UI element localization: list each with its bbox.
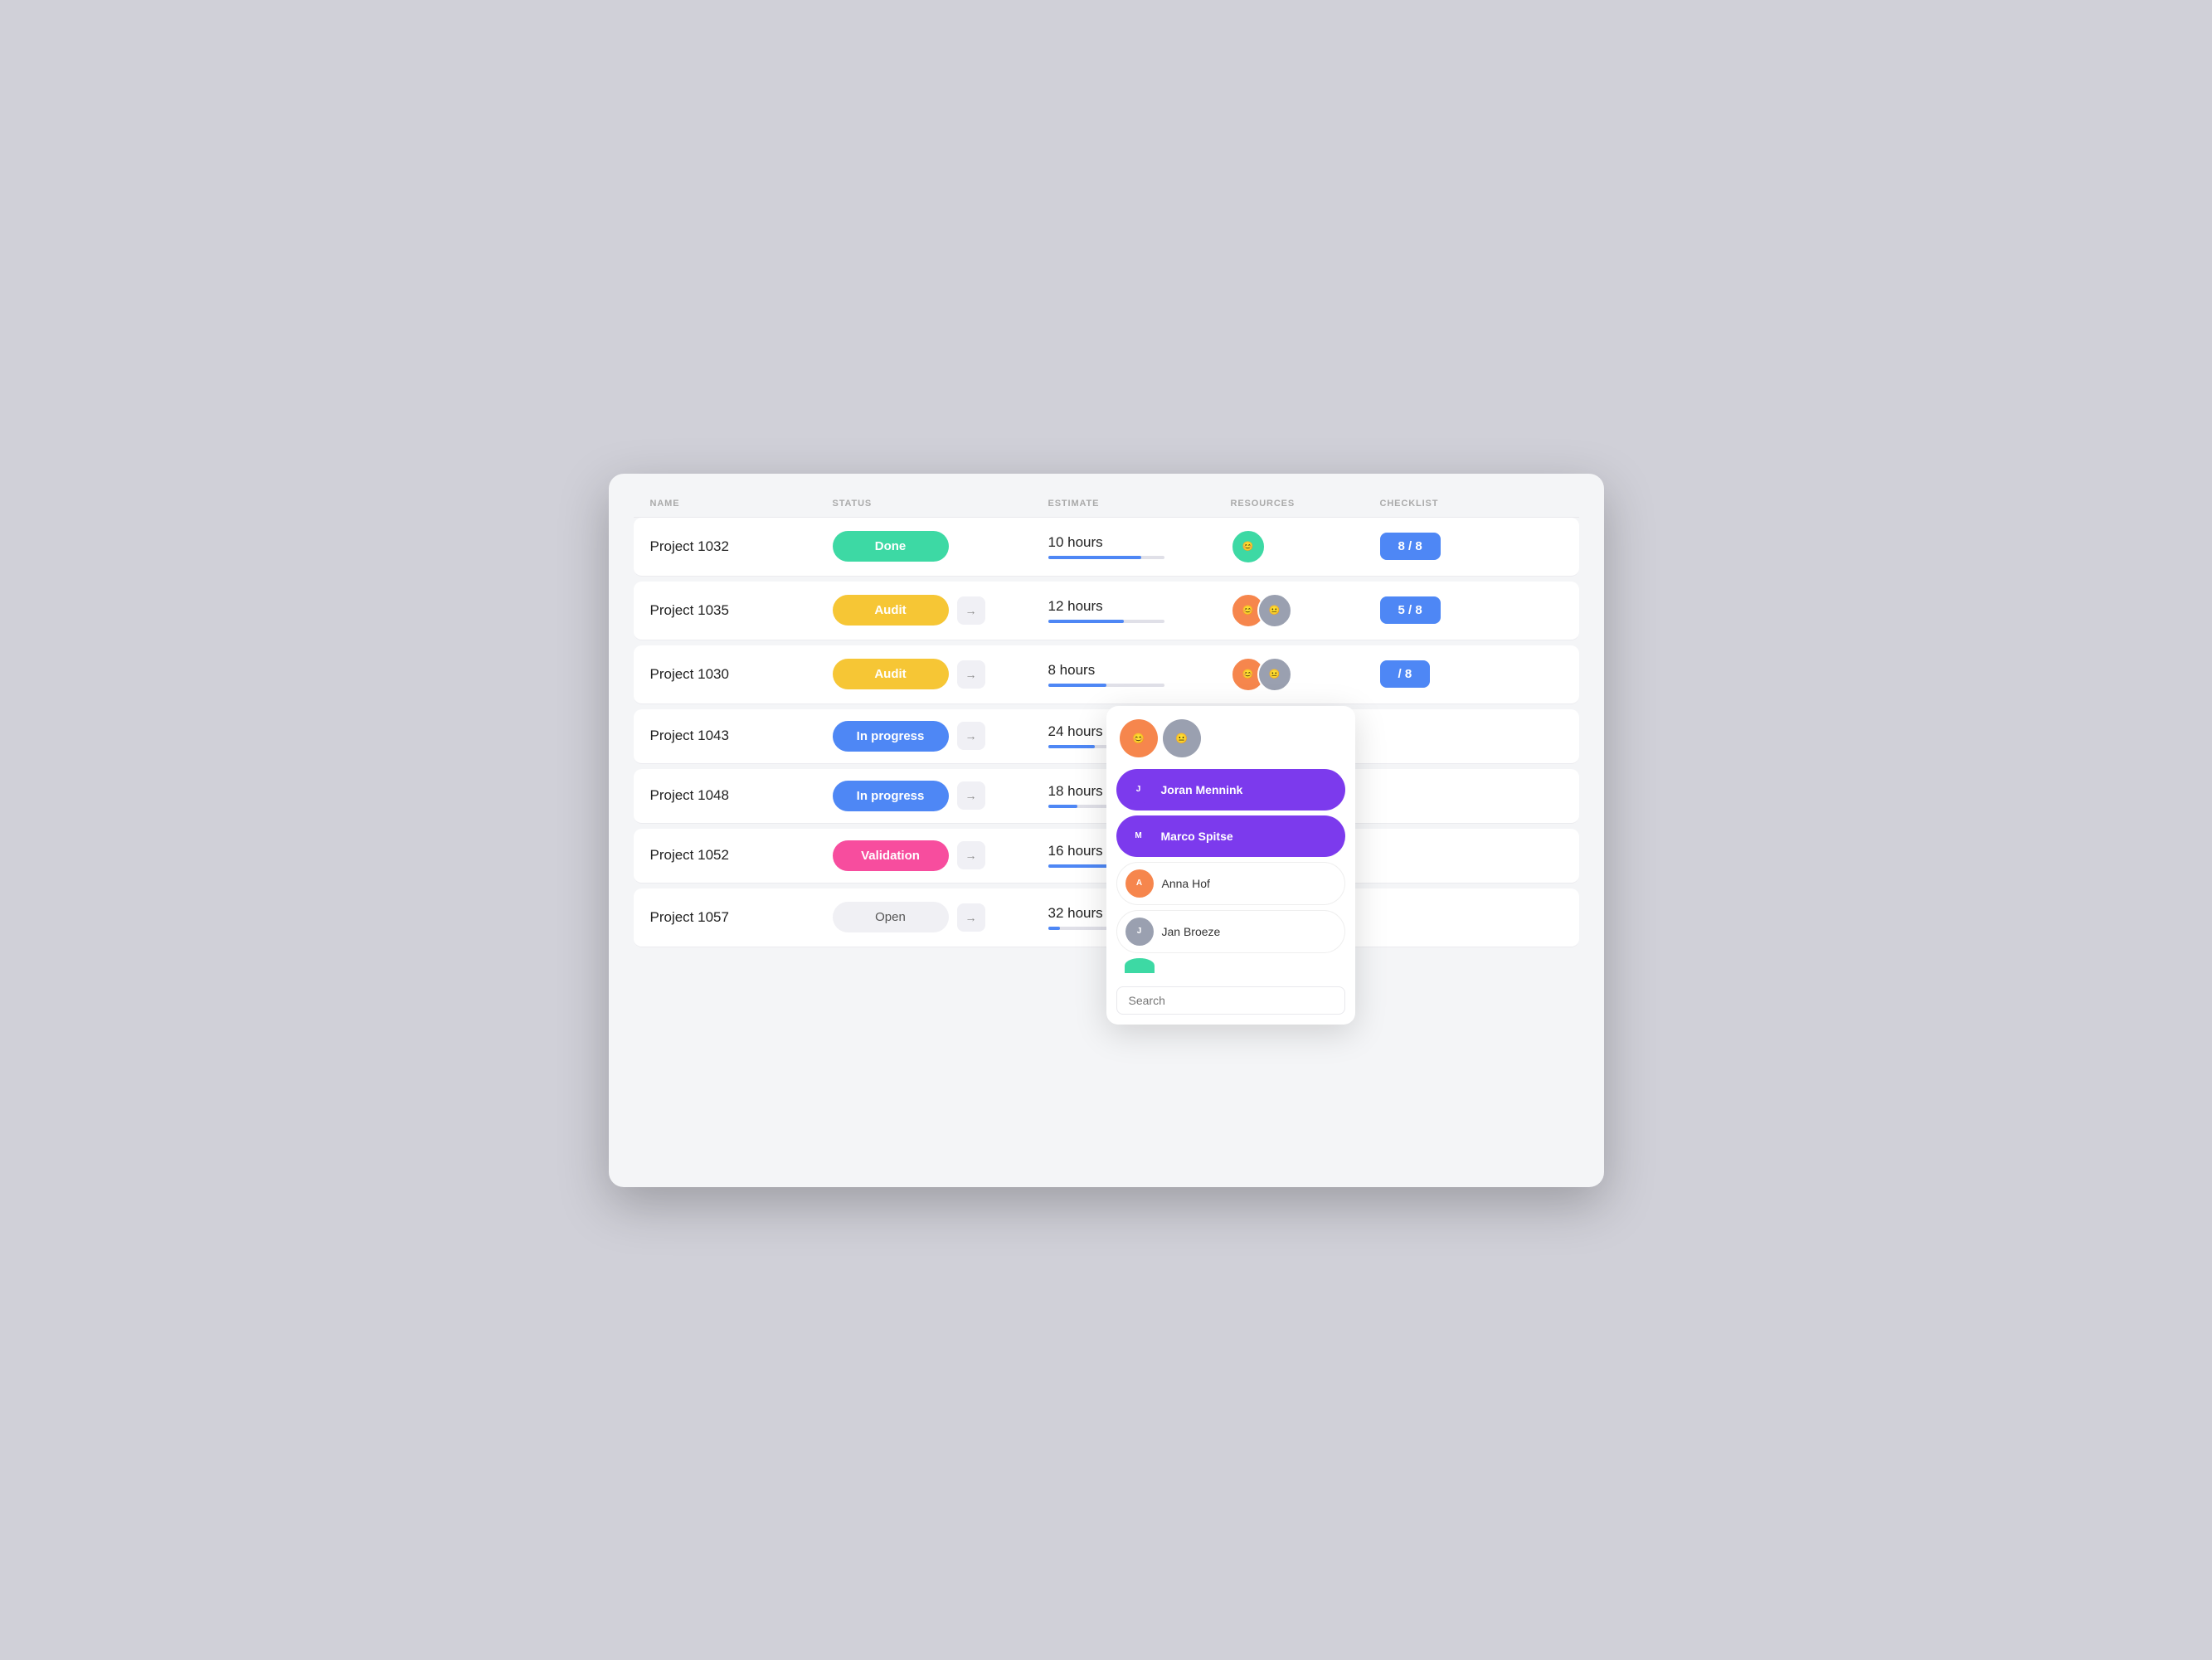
status-cell: Validation → xyxy=(833,840,1048,871)
resources-cell[interactable]: 😊😐 xyxy=(1231,657,1380,692)
status-badge[interactable]: Audit xyxy=(833,595,949,626)
col-checklist: CHECKLIST xyxy=(1380,499,1513,509)
progress-bar-fill xyxy=(1048,620,1124,623)
status-cell: In progress → xyxy=(833,721,1048,752)
status-badge[interactable]: In progress xyxy=(833,781,949,811)
project-name: Project 1057 xyxy=(650,909,833,926)
estimate-value: 8 hours xyxy=(1048,662,1231,679)
table-row: Project 1032Done 10 hours😊 8 / 8 xyxy=(634,518,1579,577)
arrow-button[interactable]: → xyxy=(957,781,985,810)
name-joran: Joran Mennink xyxy=(1161,783,1243,796)
project-name: Project 1035 xyxy=(650,602,833,619)
col-resources: RESOURCES xyxy=(1231,499,1380,509)
dropdown-item-marco[interactable]: M Marco Spitse xyxy=(1116,815,1345,857)
resources-cell[interactable]: 😊😐 xyxy=(1231,593,1380,628)
status-cell: Audit → xyxy=(833,659,1048,689)
project-name: Project 1052 xyxy=(650,847,833,864)
status-cell: Open → xyxy=(833,902,1048,932)
project-name: Project 1032 xyxy=(650,538,833,555)
resources-cell[interactable]: 😊 xyxy=(1231,529,1380,564)
arrow-button[interactable]: → xyxy=(957,903,985,932)
col-estimate: ESTIMATE xyxy=(1048,499,1231,509)
checklist-badge[interactable]: 5 / 8 xyxy=(1380,596,1441,624)
status-badge[interactable]: Done xyxy=(833,531,949,562)
avatar-top-2: 😐 xyxy=(1163,719,1201,757)
avatar-jan: J xyxy=(1125,918,1154,946)
progress-bar-bg xyxy=(1048,620,1164,623)
checklist-badge[interactable]: 8 / 8 xyxy=(1380,533,1441,560)
project-name: Project 1030 xyxy=(650,666,833,683)
avatar-top-1: 😊 xyxy=(1120,719,1158,757)
project-name: Project 1048 xyxy=(650,787,833,804)
progress-bar-fill xyxy=(1048,745,1095,748)
status-cell: In progress → xyxy=(833,781,1048,811)
checklist-cell: 5 / 8 xyxy=(1380,596,1513,624)
dropdown-top-avatars: 😊 😐 xyxy=(1116,719,1345,757)
status-cell: Audit → xyxy=(833,595,1048,626)
progress-bar-fill xyxy=(1048,927,1060,930)
dropdown-item-anna[interactable]: A Anna Hof xyxy=(1116,862,1345,905)
col-name: NAME xyxy=(650,499,833,509)
progress-bar-bg xyxy=(1048,556,1164,559)
avatar: 😐 xyxy=(1257,657,1292,692)
estimate-cell: 12 hours xyxy=(1048,598,1231,623)
table-row: Project 1035Audit → 12 hours😊😐5 / 8 xyxy=(634,582,1579,640)
table-header: NAME STATUS ESTIMATE RESOURCES CHECKLIST xyxy=(634,490,1579,518)
estimate-value: 10 hours xyxy=(1048,534,1231,551)
status-badge[interactable]: Validation xyxy=(833,840,949,871)
project-name: Project 1043 xyxy=(650,728,833,744)
resources-dropdown: 😊 😐 J Joran Mennink M Marco Spitse A Ann… xyxy=(1106,706,1355,1025)
estimate-cell: 8 hours xyxy=(1048,662,1231,687)
col-status: STATUS xyxy=(833,499,1048,509)
avatar-partial xyxy=(1125,958,1155,973)
name-jan: Jan Broeze xyxy=(1162,925,1221,938)
status-badge[interactable]: In progress xyxy=(833,721,949,752)
arrow-button[interactable]: → xyxy=(957,596,985,625)
status-cell: Done xyxy=(833,531,1048,562)
dropdown-item-jan[interactable]: J Jan Broeze xyxy=(1116,910,1345,953)
name-marco: Marco Spitse xyxy=(1161,830,1233,843)
checklist-badge[interactable]: / 8 xyxy=(1380,660,1431,688)
estimate-value: 12 hours xyxy=(1048,598,1231,615)
progress-bar-fill xyxy=(1048,556,1141,559)
arrow-button[interactable]: → xyxy=(957,660,985,689)
progress-bar-fill xyxy=(1048,805,1077,808)
avatar: 😊 xyxy=(1231,529,1266,564)
main-window: NAME STATUS ESTIMATE RESOURCES CHECKLIST… xyxy=(609,474,1604,1187)
avatar-marco: M xyxy=(1125,822,1153,850)
table-row: Project 1030Audit → 8 hours😊😐/ 8 xyxy=(634,645,1579,704)
avatar-anna: A xyxy=(1125,869,1154,898)
search-input[interactable] xyxy=(1116,986,1345,1015)
arrow-button[interactable]: → xyxy=(957,841,985,869)
checklist-cell: 8 / 8 xyxy=(1380,533,1513,560)
status-badge[interactable]: Open xyxy=(833,902,949,932)
avatar: 😐 xyxy=(1257,593,1292,628)
checklist-cell: / 8 xyxy=(1380,660,1513,688)
status-badge[interactable]: Audit xyxy=(833,659,949,689)
progress-bar-bg xyxy=(1048,684,1164,687)
name-anna: Anna Hof xyxy=(1162,877,1210,890)
progress-bar-fill xyxy=(1048,684,1106,687)
avatar-joran: J xyxy=(1125,776,1153,804)
estimate-cell: 10 hours xyxy=(1048,534,1231,559)
dropdown-item-joran[interactable]: J Joran Mennink xyxy=(1116,769,1345,811)
arrow-button[interactable]: → xyxy=(957,722,985,750)
